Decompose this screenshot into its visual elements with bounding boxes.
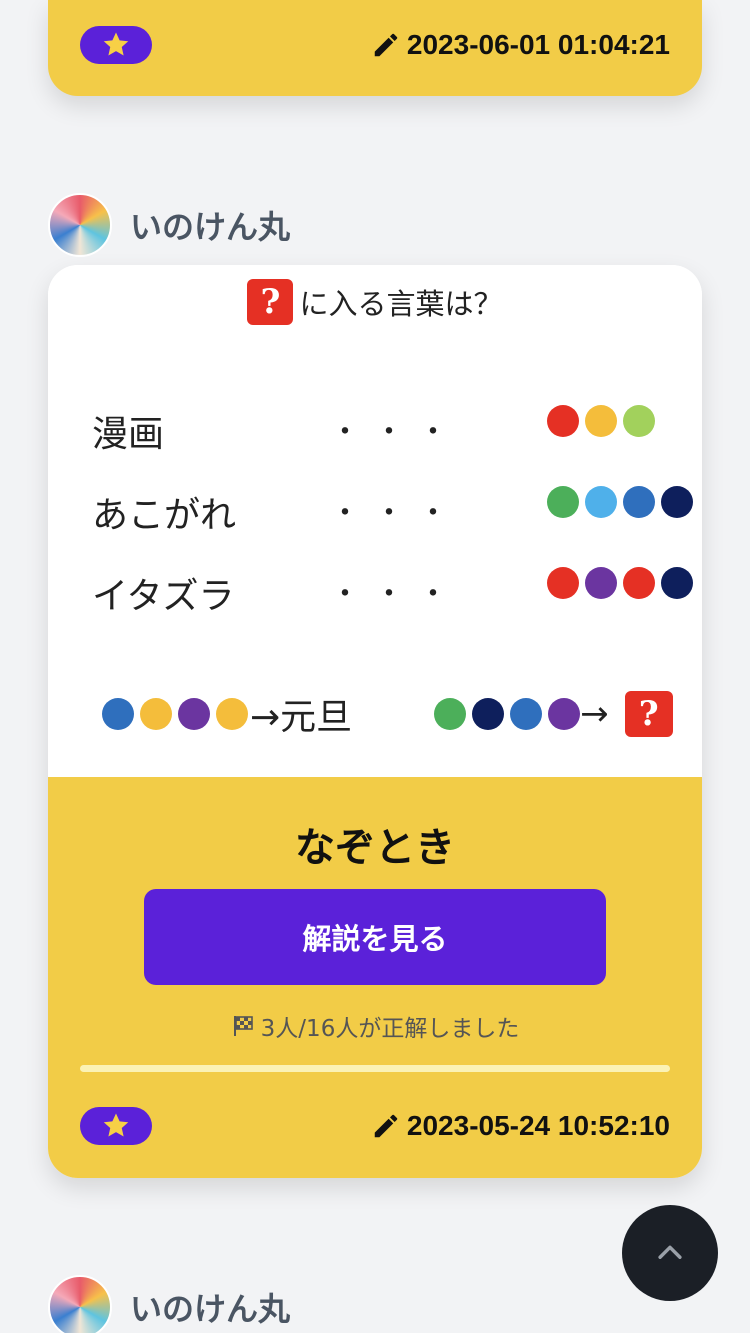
post-timestamp: 2023-06-01 01:04:21 — [371, 29, 670, 61]
divider — [80, 1065, 670, 1072]
timestamp-text: 2023-05-24 10:52:10 — [406, 1110, 670, 1141]
color-dot — [585, 405, 617, 437]
post-author[interactable]: いのけん丸 — [48, 193, 290, 257]
author-name: いのけん丸 — [130, 1290, 291, 1328]
star-icon — [103, 1113, 129, 1137]
question-mark-icon: ? — [624, 691, 673, 737]
color-dot — [548, 698, 581, 730]
row-word: あこがれ — [92, 495, 237, 536]
post-timestamp: 2023-05-24 10:52:10 — [371, 1110, 670, 1142]
stats-text: 3人/16人が正解しました — [260, 1016, 520, 1042]
color-code — [547, 486, 693, 518]
avatar — [48, 1275, 112, 1333]
color-dot — [547, 486, 579, 518]
category-title: なぞとき — [295, 825, 455, 871]
favorite-button[interactable] — [80, 1107, 152, 1145]
color-dot — [547, 567, 579, 599]
color-dot — [661, 486, 693, 518]
color-dot — [661, 567, 693, 599]
chevron-up-icon — [658, 1245, 682, 1259]
pencil-icon — [374, 33, 398, 57]
color-dot — [102, 698, 134, 730]
solve-stats: 3人/16人が正解しました — [48, 1009, 702, 1043]
color-dot — [623, 567, 655, 599]
color-code — [434, 698, 581, 730]
scroll-top-button[interactable] — [622, 1205, 718, 1301]
color-dot — [585, 486, 617, 518]
prev-post-meta: 2023-06-01 01:04:21 — [80, 26, 670, 64]
puzzle-row: あこがれ ・・・ — [92, 486, 702, 536]
color-code — [102, 698, 248, 730]
star-icon — [103, 32, 129, 56]
color-dot — [510, 698, 543, 730]
color-dot — [178, 698, 210, 730]
puzzle-row: 漫画 ・・・ — [92, 405, 702, 455]
author-name: いのけん丸 — [130, 208, 291, 246]
question-arrow: → — [580, 694, 609, 734]
color-dot — [547, 405, 579, 437]
color-dot — [585, 567, 617, 599]
color-dot — [140, 698, 172, 730]
puzzle-image[interactable]: ? に入る言葉は？ 漫画 ・・・ あこがれ ・・・ イタズラ ・・・ →元旦 →… — [48, 265, 702, 777]
color-dot — [216, 698, 248, 730]
row-dots: ・・・ — [330, 415, 462, 450]
color-dot — [623, 405, 655, 437]
post-card: ? に入る言葉は？ 漫画 ・・・ あこがれ ・・・ イタズラ ・・・ →元旦 →… — [48, 265, 702, 1178]
puzzle-row: イタズラ ・・・ — [92, 567, 702, 617]
prev-post-footer: 2023-06-01 01:04:21 — [48, 0, 702, 96]
timestamp-text: 2023-06-01 01:04:21 — [406, 29, 670, 60]
row-word: 漫画 — [92, 414, 165, 455]
post-meta: 2023-05-24 10:52:10 — [80, 1107, 670, 1145]
view-explanation-button[interactable]: 解説を見る — [144, 889, 606, 985]
example-answer: →元旦 — [250, 697, 353, 738]
puzzle-question-line: →元旦 → ? — [102, 689, 702, 739]
row-dots: ・・・ — [330, 577, 462, 612]
favorite-button[interactable] — [80, 26, 152, 64]
color-dot — [472, 698, 505, 730]
post-footer: なぞとき 解説を見る 3人/16人が正解しました 2023-05-24 10:5… — [48, 777, 702, 1178]
checkered-flag-icon — [233, 1016, 253, 1036]
color-code — [547, 405, 655, 437]
avatar — [48, 193, 112, 257]
pencil-icon — [374, 1114, 398, 1138]
prompt-text: に入る言葉は？ — [299, 287, 503, 321]
row-dots: ・・・ — [330, 496, 462, 531]
color-code — [547, 567, 693, 599]
row-word: イタズラ — [92, 576, 235, 617]
color-dot — [434, 698, 467, 730]
puzzle-prompt: ? に入る言葉は？ — [48, 279, 702, 325]
color-dot — [623, 486, 655, 518]
next-post-author[interactable]: いのけん丸 — [48, 1275, 290, 1333]
question-mark-icon: ? — [247, 279, 294, 325]
